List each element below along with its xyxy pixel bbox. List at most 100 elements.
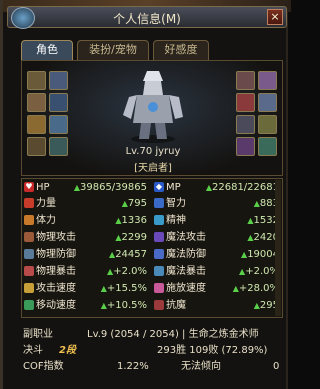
tendency-value: 0 [273,361,280,372]
stat-row: 物理防御 ▲24457 魔法防御 ▲19004 [22,248,284,261]
sub-job-value: Lv.9 (2054 / 2054) | 生命之炼金术师 [87,329,259,340]
heart-icon: ♥ [24,182,34,192]
equip-slot-belt[interactable] [49,115,68,134]
stat-label: 魔法防御 [166,249,206,260]
equip-slot-ring[interactable] [236,93,255,112]
stat-value: ▲24457 [109,248,147,261]
stat-label: 移动速度 [36,300,76,311]
title-bar[interactable]: 个人信息(M) × [7,6,287,29]
stat-hp: ♥ HP ▲39865/39865 [22,181,150,194]
stat-row: 物理暴击 ▲+2.0% 魔法暴击 ▲+2.0% [22,265,284,278]
equip-slot-support[interactable] [258,93,277,112]
stat-cell: 物理暴击 ▲+2.0% [22,265,150,278]
info-section: 副职业 Lv.9 (2054 / 2054) | 生命之炼金术师 决斗 2段 2… [21,328,283,386]
stat-label: 物理暴击 [36,266,76,277]
tab-affection[interactable]: 好感度 [153,40,209,60]
cof-row: COF指数 1.22% 无法倾向 0 [21,360,283,374]
cof-label: COF指数 [23,361,64,372]
stat-label: 物理防御 [36,249,76,260]
stat-cell: 魔法防御 ▲19004 [152,248,282,261]
stat-value: ▲+10.5% [101,299,147,312]
sub-job-row: 副职业 Lv.9 (2054 / 2054) | 生命之炼金术师 [21,328,283,342]
stat-label: MP [166,182,181,193]
stat-icon [24,300,34,310]
stat-cell: 攻击速度 ▲+15.5% [22,282,150,295]
equip-slot-extra-2[interactable] [258,137,277,156]
sub-job-label: 副职业 [23,329,53,340]
stat-cell: 移动速度 ▲+10.5% [22,299,150,312]
stat-mp: ◆ MP ▲22681/22681 [152,181,282,194]
stat-cell: 施放速度 ▲+28.0% [152,282,282,295]
stat-cell: 魔法攻击 ▲2420 [152,231,282,244]
equip-slot-head[interactable] [49,93,68,112]
stat-cell: 力量 ▲795 [22,197,150,210]
stat-value: ▲+2.0% [107,265,147,278]
equip-slot-necklace[interactable] [258,71,277,90]
stat-label: 魔法暴击 [166,266,206,277]
stat-value: ▲39865/39865 [73,182,147,193]
stat-icon [154,266,164,276]
stat-label: 物理攻击 [36,232,76,243]
stat-label: 精神 [166,215,186,226]
duel-row: 决斗 2段 293胜 109败 (72.89%) [21,344,283,358]
duel-rank: 2段 [59,345,76,356]
equip-slot-bottom[interactable] [27,115,46,134]
stat-icon [24,266,34,276]
equip-slot-top[interactable] [27,93,46,112]
cof-value: 1.22% [117,361,149,372]
stat-value: ▲795 [122,197,147,210]
equip-slot-extra-1[interactable] [236,137,255,156]
equip-slot-magic-stone[interactable] [236,115,255,134]
stat-label: 力量 [36,198,56,209]
stat-label: HP [36,182,50,193]
stat-value: ▲2299 [115,231,147,244]
stat-icon [24,215,34,225]
stat-value-text: 1336 [121,215,147,226]
stat-value: ▲+28.0% [233,282,279,295]
stat-value-text: 24457 [115,249,147,260]
stat-label: 施放速度 [166,283,206,294]
stat-icon [24,249,34,259]
stat-value-text: 2299 [121,232,147,243]
tab-costume-pet[interactable]: 装扮/宠物 [77,40,149,60]
stat-value: ▲1336 [115,214,147,227]
stat-label: 体力 [36,215,56,226]
stat-icon [154,300,164,310]
stat-value-text: +10.5% [106,300,147,311]
equip-slot-bracelet[interactable] [236,71,255,90]
stat-value-text: +28.0% [238,283,279,294]
equip-slot-title[interactable] [49,71,68,90]
equip-slot-weapon[interactable] [27,71,46,90]
stats-panel: ♥ HP ▲39865/39865 ◆ MP ▲22681/22681 力量 ▲7… [21,178,283,318]
stat-cell: 抗魔 ▲295 [152,299,282,312]
stat-label: 攻击速度 [36,283,76,294]
stat-cell: 体力 ▲1336 [22,214,150,227]
stat-row: 攻击速度 ▲+15.5% 施放速度 ▲+28.0% [22,282,284,295]
stat-cell: 魔法暴击 ▲+2.0% [152,265,282,278]
character-avatar [123,71,183,143]
stat-value-text: +2.0% [245,266,279,277]
stat-cell: 精神 ▲1532 [152,214,282,227]
stat-value-text: +15.5% [106,283,147,294]
stat-label: 魔法攻击 [166,232,206,243]
stat-value-text: 795 [127,198,147,209]
stat-value: ▲22681/22681 [205,182,279,193]
stat-value-text: +2.0% [113,266,147,277]
character-title: [天启者] [134,163,172,174]
window-title: 个人信息(M) [113,12,181,26]
stat-icon [154,249,164,259]
stat-label: 智力 [166,198,186,209]
stat-cell: 物理攻击 ▲2299 [22,231,150,244]
close-button[interactable]: × [267,9,283,25]
stat-icon [154,198,164,208]
mana-icon: ◆ [154,182,164,192]
equip-slot-earring[interactable] [258,115,277,134]
tab-character[interactable]: 角色 [21,40,73,60]
stat-icon [154,232,164,242]
stats-scrollbar[interactable] [275,180,281,316]
stat-cell: 物理防御 ▲24457 [22,248,150,261]
duel-record: 293胜 109败 (72.89%) [157,345,268,356]
character-info-window: 个人信息(M) × 角色 装扮/宠物 好感度 Lv.70 jyruy [天启者]… [0,0,291,389]
stat-value: ▲+2.0% [239,265,279,278]
stat-row: 力量 ▲795 智力 ▲883 [22,197,284,210]
